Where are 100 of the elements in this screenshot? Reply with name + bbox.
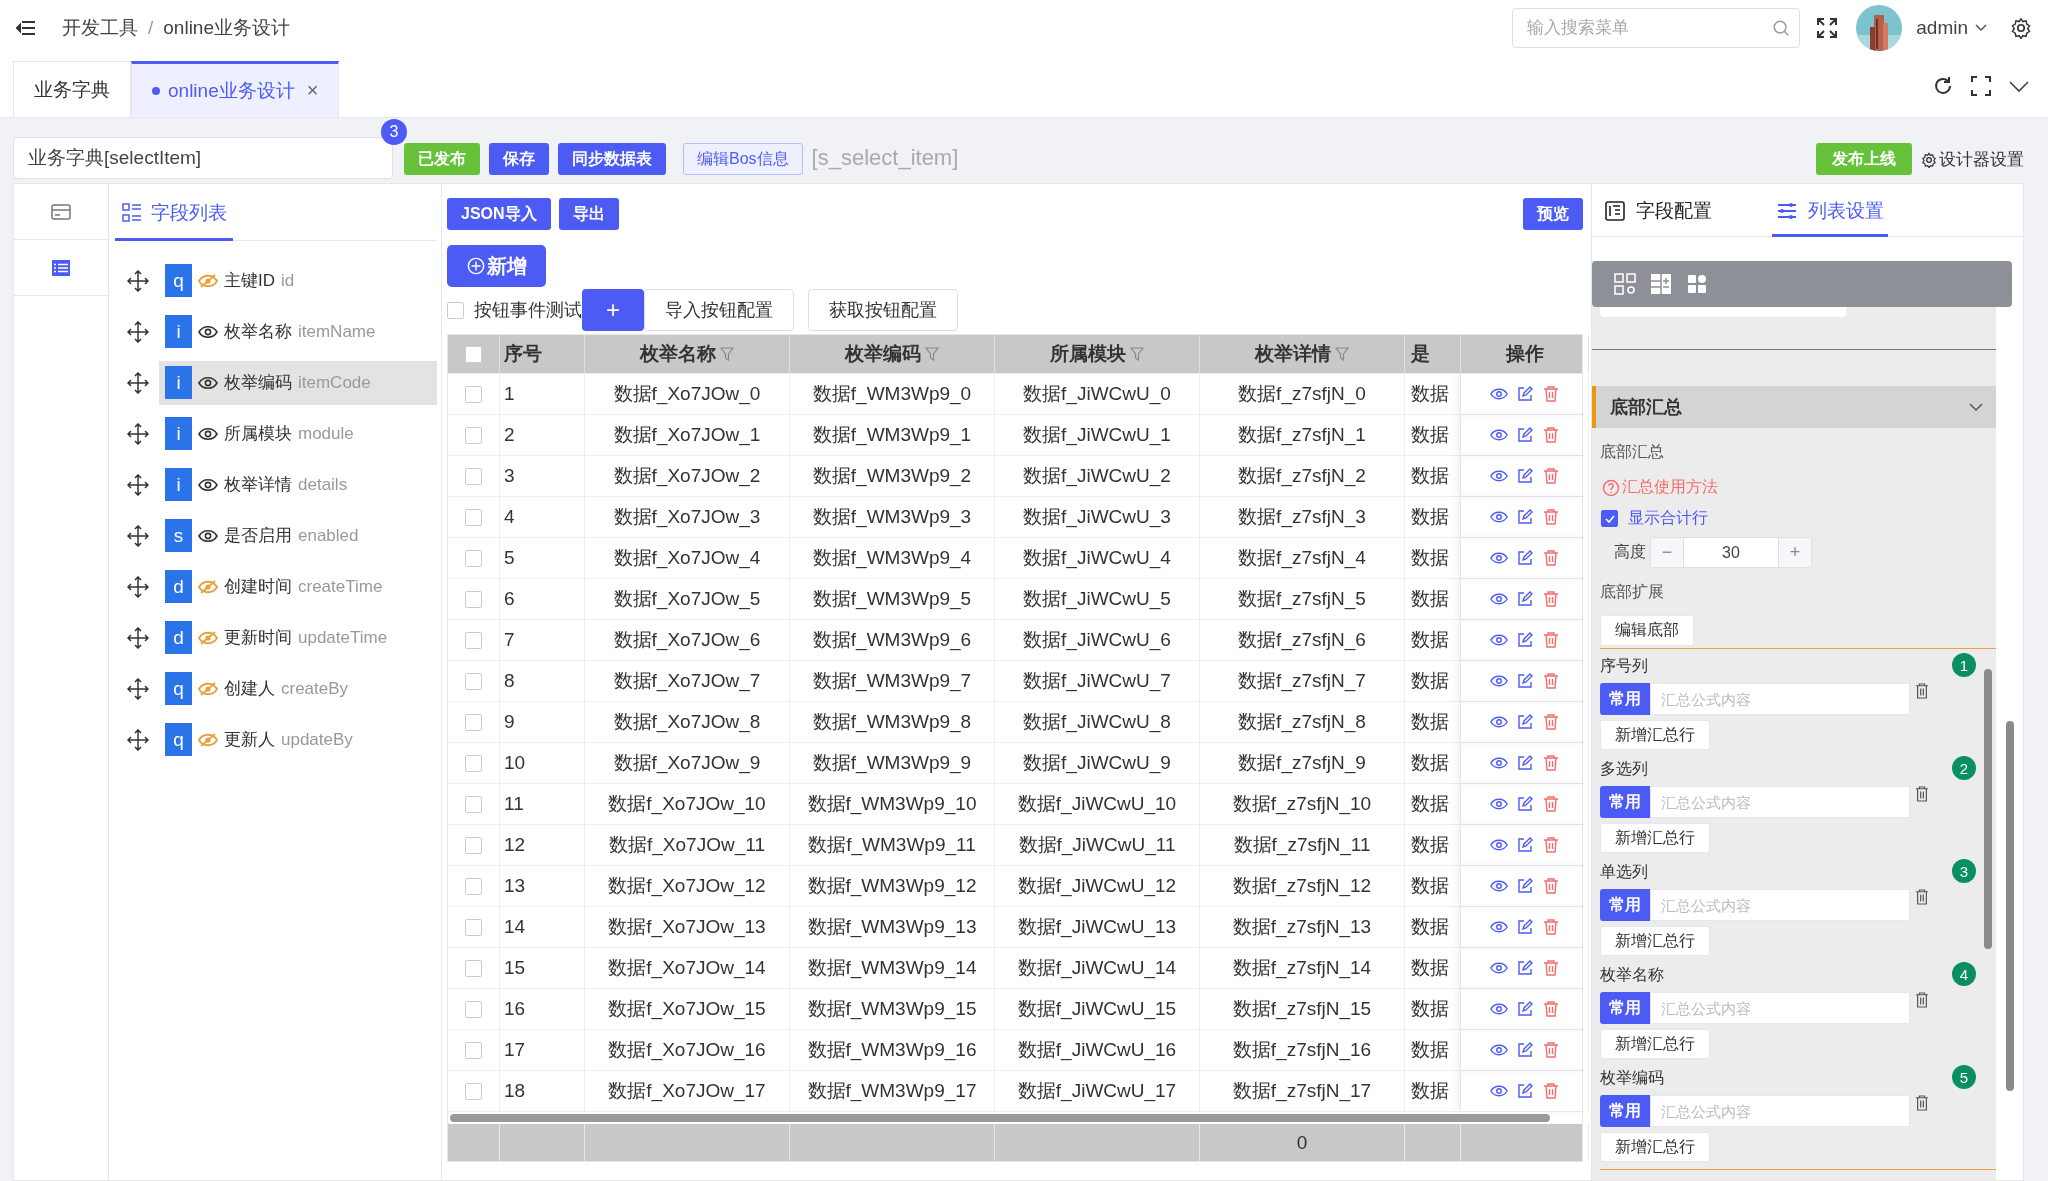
name-field[interactable]: 业务字典[selectItem] [13, 137, 393, 179]
move-icon[interactable] [127, 473, 149, 496]
edit-icon[interactable] [1515, 1042, 1534, 1058]
row-checkbox[interactable] [465, 549, 482, 567]
delete-icon[interactable] [1541, 386, 1560, 402]
row-checkbox[interactable] [465, 426, 482, 444]
delete-icon[interactable] [1541, 509, 1560, 525]
move-icon[interactable] [127, 677, 149, 700]
add-summary-button[interactable]: 新增汇总行 [1600, 823, 1710, 853]
field-item[interactable]: i 所属模块 module [159, 411, 437, 456]
view-icon[interactable] [1489, 632, 1508, 648]
common-button[interactable]: 常用 [1600, 786, 1650, 818]
refresh-icon[interactable] [1932, 75, 1954, 97]
row-checkbox[interactable] [465, 385, 482, 403]
trash-icon[interactable] [1915, 1095, 1929, 1111]
edit-icon[interactable] [1515, 755, 1534, 771]
config-button[interactable]: 获取按钮配置 [808, 289, 958, 331]
user-name[interactable]: admin [1916, 16, 1968, 39]
section-header[interactable]: 底部汇总 [1592, 386, 1996, 428]
field-item[interactable]: i 枚举编码 itemCode [159, 360, 437, 405]
page-tab[interactable]: 业务字典 [13, 61, 131, 117]
row-checkbox[interactable] [465, 1000, 482, 1018]
trash-icon[interactable] [1915, 786, 1929, 802]
field-item[interactable]: q 更新人 updateBy [159, 717, 437, 762]
delete-icon[interactable] [1541, 591, 1560, 607]
field-item[interactable]: i 枚举详情 details [159, 462, 437, 507]
field-item[interactable]: s 是否启用 enabled [159, 513, 437, 558]
view-icon[interactable] [1489, 386, 1508, 402]
search-icon[interactable] [1772, 18, 1791, 37]
edit-icon[interactable] [1515, 468, 1534, 484]
designer-settings-link[interactable]: 设计器设置 [1921, 148, 2024, 171]
trash-icon[interactable] [1915, 683, 1929, 699]
panel-tab[interactable]: 列表设置 [1772, 198, 1888, 237]
search-field[interactable]: 输入搜索菜单 [1512, 7, 1801, 48]
add-button[interactable]: 新增 [447, 245, 546, 287]
close-icon[interactable]: × [306, 79, 319, 102]
eye-icon[interactable] [198, 426, 218, 441]
checkbox-label[interactable]: 按钮事件测试 [474, 298, 582, 322]
trash-icon[interactable] [1915, 889, 1929, 905]
formula-field[interactable]: 汇总公式内容 [1650, 1095, 1910, 1127]
config-button[interactable]: 导入按钮配置 [644, 289, 794, 331]
view-icon[interactable] [1489, 1001, 1508, 1017]
view-icon[interactable] [1489, 1042, 1508, 1058]
move-icon[interactable] [127, 269, 149, 292]
field-item[interactable]: q 创建人 createBy [159, 666, 437, 711]
breadcrumb-link[interactable]: 开发工具 [62, 14, 138, 41]
edit-icon[interactable] [1515, 919, 1534, 935]
layout-icon[interactable] [1650, 273, 1672, 295]
edit-icon[interactable] [1515, 796, 1534, 812]
delete-icon[interactable] [1541, 1001, 1560, 1017]
checkbox-label[interactable]: 显示合计行 [1628, 508, 1708, 529]
edit-icon[interactable] [1515, 673, 1534, 689]
move-icon[interactable] [127, 575, 149, 598]
fullscreen-icon[interactable] [1970, 75, 1992, 97]
fullscreen-icon[interactable] [1816, 16, 1839, 39]
delete-icon[interactable] [1541, 755, 1560, 771]
view-icon[interactable] [1489, 468, 1508, 484]
delete-icon[interactable] [1541, 837, 1560, 853]
row-checkbox[interactable] [465, 672, 482, 690]
edit-icon[interactable] [1515, 960, 1534, 976]
panel-tab[interactable]: 字段配置 [1600, 198, 1716, 237]
view-icon[interactable] [1489, 919, 1508, 935]
delete-icon[interactable] [1541, 1042, 1560, 1058]
delete-icon[interactable] [1541, 714, 1560, 730]
view-icon[interactable] [1489, 591, 1508, 607]
view-icon[interactable] [1489, 714, 1508, 730]
edit-icon[interactable] [1515, 386, 1534, 402]
delete-icon[interactable] [1541, 1083, 1560, 1099]
view-icon[interactable] [1489, 427, 1508, 443]
toolbar-button[interactable]: 保存 [489, 143, 549, 175]
view-icon[interactable] [1489, 960, 1508, 976]
formula-field[interactable]: 汇总公式内容 [1650, 992, 1910, 1024]
edit-icon[interactable] [1515, 878, 1534, 894]
view-icon[interactable] [1489, 509, 1508, 525]
eye-icon[interactable] [198, 528, 218, 543]
common-button[interactable]: 常用 [1600, 992, 1650, 1024]
view-icon[interactable] [1489, 837, 1508, 853]
eye-icon[interactable] [198, 375, 218, 390]
delete-icon[interactable] [1541, 960, 1560, 976]
move-icon[interactable] [127, 524, 149, 547]
delete-icon[interactable] [1541, 878, 1560, 894]
eye-icon[interactable] [198, 477, 218, 492]
row-checkbox[interactable] [465, 467, 482, 485]
row-checkbox[interactable] [465, 918, 482, 936]
field-list-tab[interactable]: 字段列表 [115, 200, 233, 241]
delete-icon[interactable] [1541, 550, 1560, 566]
formula-field[interactable]: 汇总公式内容 [1650, 786, 1910, 818]
row-checkbox[interactable] [465, 631, 482, 649]
common-button[interactable]: 常用 [1600, 889, 1650, 921]
row-checkbox[interactable] [465, 795, 482, 813]
delete-icon[interactable] [1541, 673, 1560, 689]
edit-icon[interactable] [1515, 1001, 1534, 1017]
view-icon[interactable] [1489, 755, 1508, 771]
move-icon[interactable] [127, 728, 149, 751]
toolbar-button[interactable]: 同步数据表 [558, 143, 666, 175]
delete-icon[interactable] [1541, 468, 1560, 484]
view-icon[interactable] [1489, 796, 1508, 812]
grid-settings-icon[interactable] [1614, 273, 1636, 295]
scrollbar-drawing[interactable] [450, 1114, 1550, 1122]
edit-footer-button[interactable]: 编辑底部 [1600, 615, 1694, 646]
